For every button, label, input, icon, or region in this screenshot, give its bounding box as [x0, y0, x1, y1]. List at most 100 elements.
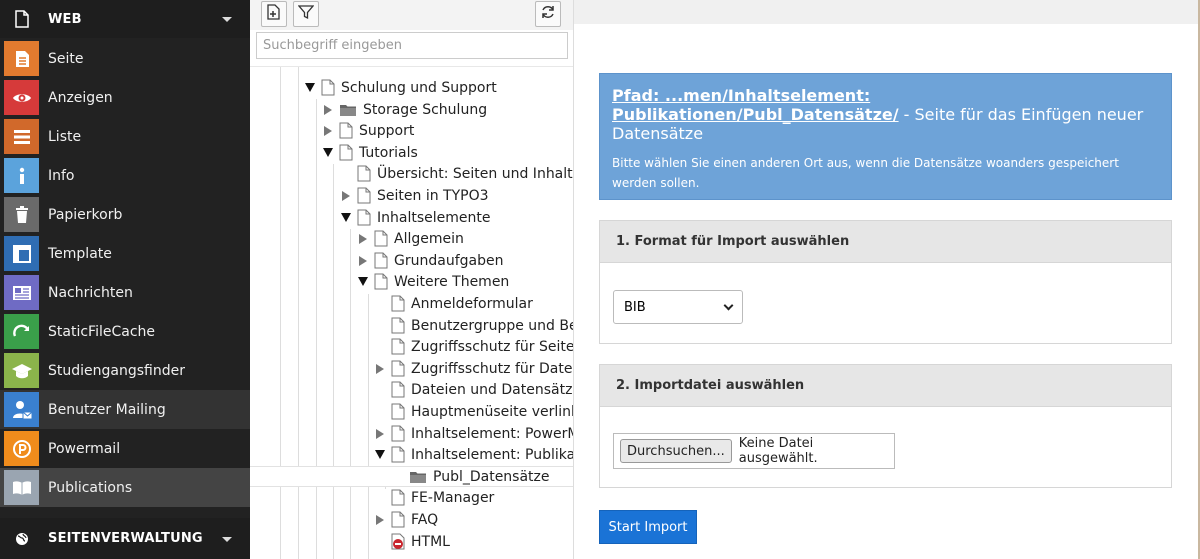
new-page-icon [266, 4, 282, 24]
module-label: Benutzer Mailing [48, 401, 166, 418]
tree-node[interactable]: FE-Manager [250, 487, 573, 508]
tree-node[interactable]: Zugriffsschutz für Dateie [250, 358, 574, 379]
collapsed-triangle-icon[interactable] [374, 514, 386, 526]
start-import-button[interactable]: Start Import [599, 510, 697, 544]
collapsed-triangle-icon[interactable] [374, 428, 386, 440]
tree-node[interactable]: Anmeldeformular [250, 293, 573, 314]
collapsed-triangle-icon[interactable] [322, 104, 334, 116]
page-icon [321, 79, 335, 96]
file-panel: 2. Importdatei auswählen Durchsuchen... … [599, 364, 1172, 488]
tree-node[interactable]: Grundaufgaben [250, 250, 573, 271]
tree-node-label: Übersicht: Seiten und Inhaltse [377, 165, 574, 182]
tree-node-label: Zugriffsschutz für Seiten [411, 338, 574, 355]
module-powermail[interactable]: Powermail [0, 429, 250, 468]
info-icon [4, 158, 39, 193]
tree-node[interactable]: Seiten in TYPO3 [250, 185, 573, 206]
chevron-down-icon [723, 300, 734, 311]
collapsed-triangle-icon[interactable] [357, 255, 369, 267]
module-label: Papierkorb [48, 206, 123, 223]
collapsed-triangle-icon[interactable] [340, 190, 352, 202]
group-seitenverwaltung[interactable]: SEITENVERWALTUNG [0, 518, 250, 559]
content-area: Pfad: ...men/Inhaltselement: Publikation… [574, 0, 1200, 559]
tree-node[interactable]: Inhaltselement: PowerMa [250, 423, 573, 444]
tree-node-label: Dateien und Datensätze [411, 381, 574, 398]
tree-node[interactable]: Storage Schulung [250, 99, 573, 120]
page-icon [391, 295, 405, 312]
page-icon [374, 252, 388, 269]
expanded-triangle-icon[interactable] [357, 276, 369, 288]
module-studiengangsfinder[interactable]: Studiengangsfinder [0, 351, 250, 390]
module-seite[interactable]: Seite [0, 39, 250, 78]
tree-node[interactable]: Support [250, 120, 573, 141]
graduation-icon [4, 353, 39, 388]
module-publications[interactable]: Publications [0, 468, 250, 507]
module-anzeigen[interactable]: Anzeigen [0, 78, 250, 117]
module-benutzer-mailing[interactable]: Benutzer Mailing [0, 390, 250, 429]
new-page-button[interactable] [261, 1, 287, 27]
tree-node[interactable]: Inhaltselement: Publikati [250, 444, 573, 465]
expanded-triangle-icon[interactable] [340, 212, 352, 224]
tree-node-label: Weitere Themen [394, 273, 510, 290]
filter-button[interactable] [293, 1, 319, 27]
page-icon [391, 403, 405, 420]
tree-node[interactable]: Dateien und Datensätze [250, 379, 574, 400]
tree-node-label: Publ_Datensätze [433, 468, 550, 485]
folder-icon [409, 468, 427, 485]
module-papierkorb[interactable]: Papierkorb [0, 195, 250, 234]
module-label: Seite [48, 50, 84, 67]
format-select[interactable]: BIB [613, 290, 743, 324]
expanded-triangle-icon[interactable] [304, 82, 316, 94]
collapsed-triangle-icon[interactable] [357, 233, 369, 245]
module-label: Studiengangsfinder [48, 362, 185, 379]
tree-node[interactable]: Benutzergruppe und Ben [250, 315, 573, 336]
file-input[interactable]: Durchsuchen... Keine Datei ausgewählt. [613, 433, 895, 469]
tree-node-label: Zugriffsschutz für Dateie [411, 360, 574, 377]
tree-node[interactable]: Schulung und Support [250, 77, 573, 98]
expanded-triangle-icon[interactable] [322, 147, 334, 159]
page-icon [391, 425, 405, 442]
expanded-triangle-icon[interactable] [374, 449, 386, 461]
tree-node[interactable]: Hauptmenüseite verlinke [250, 401, 573, 422]
user-mail-icon [4, 392, 39, 427]
collapsed-triangle-icon[interactable] [374, 363, 386, 375]
refresh-button[interactable] [535, 1, 561, 27]
tree-node[interactable]: Allgemein [250, 228, 573, 249]
tree-search-input[interactable] [256, 32, 568, 59]
powermail-icon [4, 431, 39, 466]
tree-node[interactable]: HTML [250, 531, 573, 552]
page-icon [374, 273, 388, 290]
tree-node[interactable]: Übersicht: Seiten und Inhaltse [250, 163, 574, 184]
tree-node[interactable]: FAQ [250, 509, 573, 530]
format-panel: 1. Format für Import auswählen BIB [599, 220, 1172, 344]
browse-button[interactable]: Durchsuchen... [620, 439, 732, 463]
tree-node-label: Support [359, 122, 415, 139]
page-icon [4, 41, 39, 76]
tree-node-label: Schulung und Support [341, 79, 497, 96]
tree-node[interactable]: Inhaltselemente [250, 207, 573, 228]
tree-node[interactable]: Tutorials [250, 142, 573, 163]
module-info[interactable]: Info [0, 156, 250, 195]
page-icon [391, 360, 405, 377]
module-nachrichten[interactable]: Nachrichten [0, 273, 250, 312]
info-text: Bitte wählen Sie einen anderen Ort aus, … [612, 156, 1119, 190]
tree-node[interactable]: Weitere Themen [250, 271, 573, 292]
tree-node-label: Storage Schulung [363, 101, 488, 118]
tree-node[interactable]: Publ_Datensätze [250, 466, 573, 487]
folder-icon [339, 101, 357, 118]
page-icon [391, 317, 405, 334]
module-template[interactable]: Template [0, 234, 250, 273]
collapsed-triangle-icon[interactable] [322, 125, 334, 137]
group-web[interactable]: WEB [0, 0, 250, 38]
template-icon [4, 236, 39, 271]
module-liste[interactable]: Liste [0, 117, 250, 156]
tree-node[interactable]: Zugriffsschutz für Seiten [250, 336, 574, 357]
tree-node-label: Tutorials [359, 144, 418, 161]
module-label: Publications [48, 479, 133, 496]
chevron-down-icon [222, 17, 232, 22]
module-staticfilecache[interactable]: StaticFileCache [0, 312, 250, 351]
file-status: Keine Datei ausgewählt. [738, 436, 818, 466]
